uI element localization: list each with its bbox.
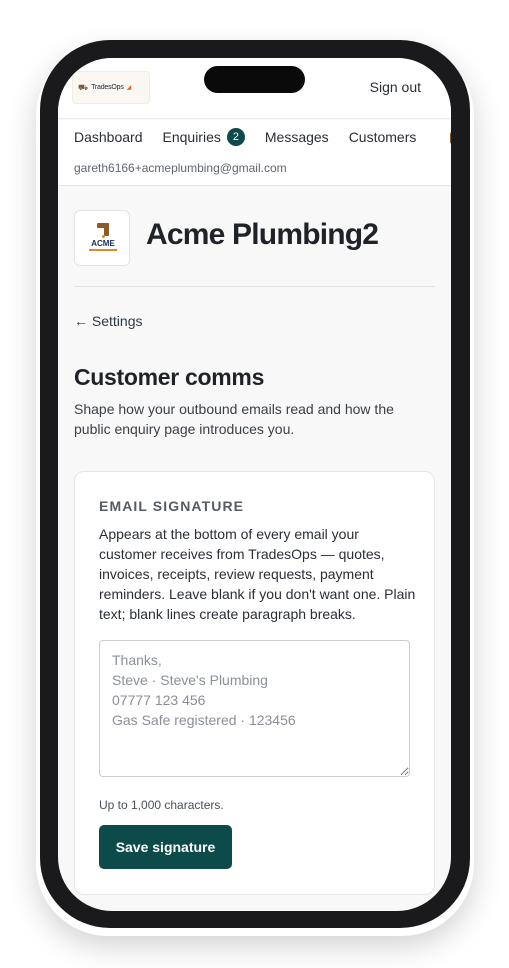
header-divider: [74, 286, 435, 287]
logo-wordmark: TradesOps: [91, 84, 124, 91]
page-title: Customer comms: [74, 364, 265, 390]
card-help-text: Appears at the bottom of every email you…: [99, 526, 416, 622]
nav-item-enquiries[interactable]: Enquiries 2: [163, 128, 245, 146]
water-drop-icon: [102, 235, 105, 238]
nav-item-messages[interactable]: Messages: [265, 128, 329, 146]
back-to-settings-link[interactable]: ← Settings: [74, 313, 142, 329]
main-nav: Dashboard Enquiries 2 Messages Customers…: [58, 120, 451, 186]
tradesops-logo[interactable]: ⛟ TradesOps ◢: [72, 71, 150, 104]
app-screen: ⛟ TradesOps ◢ Sign out Dashboard Enquiri…: [58, 58, 451, 911]
nav-item-label: Dashboard: [74, 129, 143, 145]
logo-underline: [89, 249, 117, 251]
email-signature-card: EMAIL SIGNATURE Appears at the bottom of…: [74, 471, 435, 895]
truck-icon: ⛟: [78, 82, 89, 92]
business-logo: ACME: [74, 210, 130, 266]
nav-overflow-indicator: [450, 132, 451, 144]
pipe-icon: [97, 223, 109, 236]
account-email: gareth6166+acmeplumbing@gmail.com: [74, 161, 287, 175]
nav-item-customers[interactable]: Customers: [349, 128, 417, 146]
logo-mark-icon: ◢: [126, 85, 132, 91]
business-logo-text: ACME: [91, 239, 115, 248]
nav-items: Dashboard Enquiries 2 Messages Customers: [74, 128, 436, 146]
card-heading: EMAIL SIGNATURE: [99, 498, 245, 514]
save-signature-button[interactable]: Save signature: [99, 825, 232, 869]
business-name: Acme Plumbing2: [146, 218, 379, 251]
dynamic-island: [204, 66, 305, 93]
email-signature-textarea[interactable]: [99, 640, 410, 777]
page-description: Shape how your outbound emails read and …: [74, 401, 394, 437]
character-limit-note: Up to 1,000 characters.: [99, 798, 224, 812]
nav-item-label: Messages: [264, 129, 329, 145]
nav-item-label: Enquiries: [162, 129, 221, 145]
enquiries-count-badge: 2: [226, 128, 245, 146]
nav-item-dashboard[interactable]: Dashboard: [74, 128, 143, 146]
sign-out-button[interactable]: Sign out: [370, 79, 421, 95]
nav-item-label: Customers: [348, 129, 417, 145]
